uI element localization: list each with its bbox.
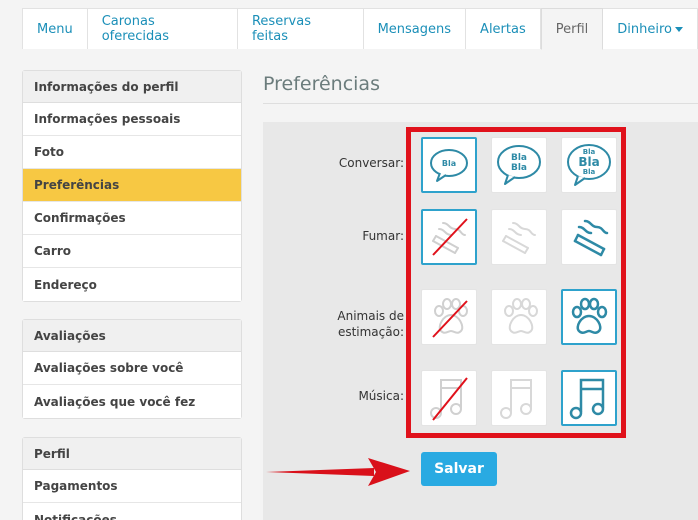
annotation-highlight-box [406,127,626,438]
sidebar-item-foto[interactable]: Foto [23,136,241,169]
sidebar-item-avaliacoes-que-voce-fez[interactable]: Avaliações que você fez [23,385,241,418]
sidebar-item-confirmacoes[interactable]: Confirmações [23,202,241,235]
tab-mensagens[interactable]: Mensagens [363,8,467,49]
sidebar-group-title: Avaliações [23,320,241,352]
tab-alertas[interactable]: Alertas [466,8,541,49]
sidebar-item-endereco[interactable]: Endereço [23,268,241,301]
sidebar-item-avaliacoes-sobre-voce[interactable]: Avaliações sobre você [23,352,241,385]
sidebar-group-ratings: Avaliações Avaliações sobre você Avaliaç… [22,319,242,419]
sidebar-item-notificacoes[interactable]: Notificações [23,503,241,520]
tab-dinheiro[interactable]: Dinheiro [603,8,698,49]
tab-label: Mensagens [377,21,452,37]
sidebar-group-title: Informações do perfil [23,71,241,103]
tab-perfil[interactable]: Perfil [540,8,604,50]
tab-menu[interactable]: Menu [22,8,88,49]
sidebar-item-informacoes-pessoais[interactable]: Informações pessoais [23,103,241,136]
sidebar-group-title: Perfil [23,438,241,470]
tab-label: Caronas oferecidas [101,14,170,44]
sidebar-group-account: Perfil Pagamentos Notificações [22,437,242,520]
caret-down-icon [675,26,683,32]
pref-label-fumar: Fumar: [362,229,404,243]
tab-caronas-oferecidas[interactable]: Caronas oferecidas [87,8,238,49]
top-nav: Menu Caronas oferecidas Reservas feitas … [0,0,698,60]
tab-label: Alertas [480,21,526,37]
pref-label-animais: Animais de estimação: [337,308,404,340]
title-divider [263,103,698,104]
tab-label: Reservas feitas [251,14,311,44]
tab-label: Menu [37,21,73,37]
pref-label-line: Animais de [337,309,404,323]
pref-label-conversar: Conversar: [338,156,404,170]
tab-label: Perfil [555,21,589,37]
tab-label: Dinheiro [617,21,672,37]
page-title: Preferências [263,73,380,95]
annotation-arrow-icon [266,458,410,486]
sidebar-item-carro[interactable]: Carro [23,235,241,268]
sidebar-group-profile-info: Informações do perfil Informações pessoa… [22,70,242,302]
save-button[interactable]: Salvar [421,452,497,486]
pref-label-line: estimação: [337,325,404,339]
tab-reservas-feitas[interactable]: Reservas feitas [237,8,364,49]
pref-label-musica: Música: [358,389,404,403]
sidebar-item-pagamentos[interactable]: Pagamentos [23,470,241,503]
sidebar-item-preferencias[interactable]: Preferências [23,169,241,202]
nav-tabs: Menu Caronas oferecidas Reservas feitas … [22,8,698,50]
